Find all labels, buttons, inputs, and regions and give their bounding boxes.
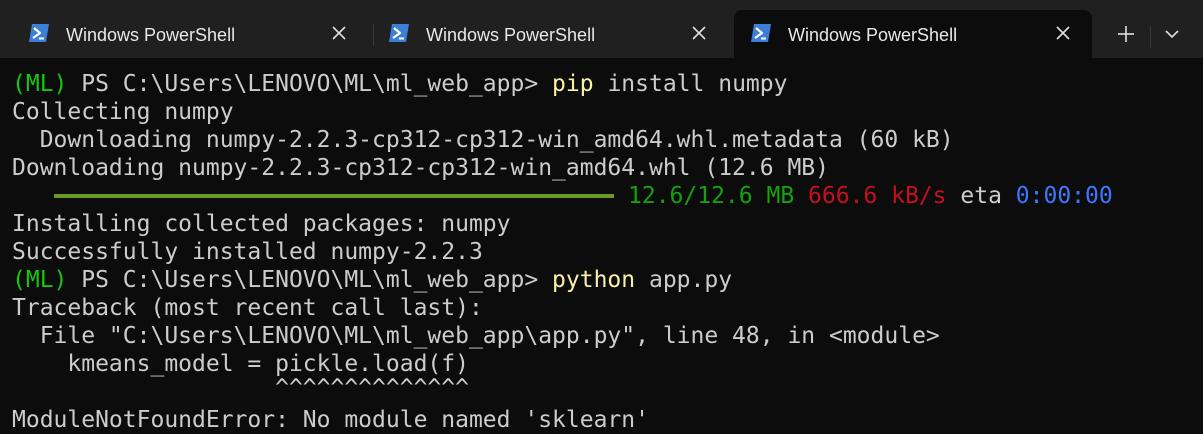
- terminal-window: Windows PowerShell Windows PowerShell Wi…: [0, 0, 1203, 434]
- command-args: install numpy: [593, 71, 788, 97]
- error-line: ModuleNotFoundError: No module named 'sk…: [12, 407, 649, 433]
- terminal-output[interactable]: (ML) PS C:\Users\LENOVO\ML\ml_web_app> p…: [0, 58, 1203, 434]
- tab-powershell-2[interactable]: Windows PowerShell: [372, 10, 728, 58]
- progress-size: 12.6/12.6 MB: [628, 183, 795, 209]
- progress-eta: 0:00:00: [1015, 183, 1113, 209]
- prompt-path: PS C:\Users\LENOVO\ML\ml_web_app>: [67, 267, 553, 293]
- env-prefix: (ML): [12, 267, 68, 293]
- powershell-icon: [389, 24, 409, 42]
- traceback-line: Traceback (most recent call last):: [12, 295, 483, 321]
- command-name: pip: [552, 71, 594, 97]
- prompt-path: PS C:\Users\LENOVO\ML\ml_web_app>: [67, 71, 553, 97]
- download-progress-bar: [54, 194, 614, 198]
- output-line: Downloading numpy-2.2.3-cp312-cp312-win_…: [12, 155, 829, 181]
- output-line: Successfully installed numpy-2.2.3: [12, 239, 483, 265]
- tab-powershell-1[interactable]: Windows PowerShell: [12, 10, 368, 58]
- traceback-caret-line: ^^^^^^^^^^^^^^: [12, 378, 469, 398]
- chevron-down-icon[interactable]: [1152, 16, 1192, 52]
- env-prefix: (ML): [12, 71, 68, 97]
- progress-speed: 666.6 kB/s: [808, 183, 947, 209]
- progress-eta-label: eta: [960, 183, 1002, 209]
- plus-icon[interactable]: [1104, 16, 1148, 52]
- tab-title: Windows PowerShell: [788, 25, 958, 45]
- close-icon[interactable]: [690, 24, 708, 42]
- prompt-line: (ML) PS C:\Users\LENOVO\ML\ml_web_app> p…: [12, 70, 787, 98]
- tab-powershell-3[interactable]: Windows PowerShell: [734, 10, 1092, 58]
- progress-stats: 12.6/12.6 MB 666.6 kB/s eta 0:00:00: [628, 182, 1113, 210]
- tab-divider: [1150, 26, 1151, 48]
- tab-bar: Windows PowerShell Windows PowerShell Wi…: [0, 0, 1203, 58]
- close-icon[interactable]: [330, 24, 348, 42]
- output-line: Collecting numpy: [12, 99, 234, 125]
- tab-title: Windows PowerShell: [426, 25, 596, 45]
- close-icon[interactable]: [1054, 24, 1072, 42]
- tab-title: Windows PowerShell: [66, 25, 236, 45]
- prompt-line: (ML) PS C:\Users\LENOVO\ML\ml_web_app> p…: [12, 266, 732, 294]
- output-line: Installing collected packages: numpy: [12, 211, 511, 237]
- command-name: python: [552, 267, 636, 293]
- powershell-icon: [29, 24, 49, 42]
- traceback-line: File "C:\Users\LENOVO\ML\ml_web_app\app.…: [12, 323, 940, 349]
- command-args: app.py: [635, 267, 733, 293]
- powershell-icon: [751, 24, 771, 42]
- output-line: Downloading numpy-2.2.3-cp312-cp312-win_…: [12, 127, 954, 153]
- traceback-line: kmeans_model = pickle.load(f): [12, 351, 469, 377]
